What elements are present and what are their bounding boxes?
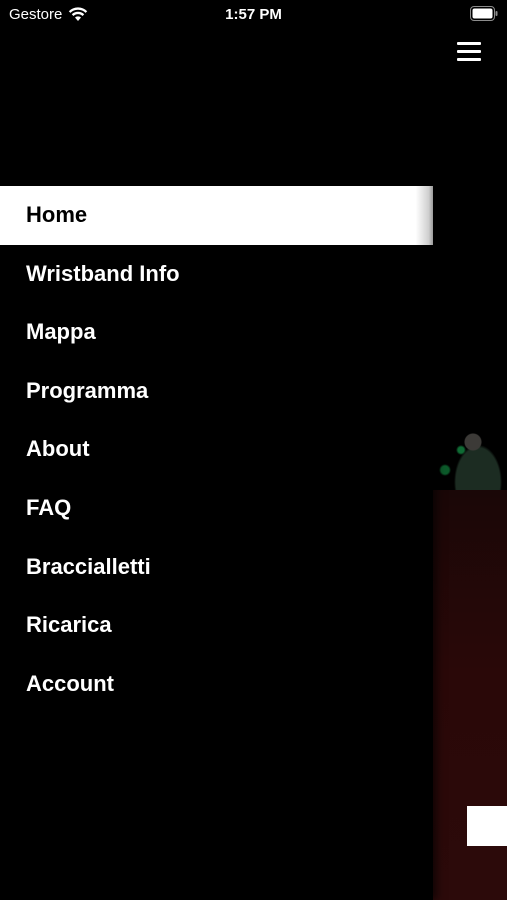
background-content [433,0,507,900]
menu-item-ricarica[interactable]: Ricarica [0,596,433,655]
menu-item-wristband-info[interactable]: Wristband Info [0,245,433,304]
status-bar: Gestore 1:57 PM [0,0,507,30]
hamburger-menu-icon[interactable] [457,42,481,64]
hamburger-line [457,50,481,53]
menu-item-home[interactable]: Home [0,186,433,245]
menu-item-about[interactable]: About [0,420,433,479]
drawer-menu: Home Wristband Info Mappa Programma Abou… [0,186,433,713]
background-photo [433,412,507,494]
menu-item-programma[interactable]: Programma [0,362,433,421]
menu-item-mappa[interactable]: Mappa [0,303,433,362]
battery-icon [470,6,498,21]
menu-item-faq[interactable]: FAQ [0,479,433,538]
hamburger-line [457,42,481,45]
hamburger-line [457,58,481,61]
menu-item-braccialletti[interactable]: Braccialletti [0,538,433,597]
menu-item-account[interactable]: Account [0,655,433,714]
status-time: 1:57 PM [225,6,282,23]
background-button[interactable] [467,806,507,846]
app-screen: Home Wristband Info Mappa Programma Abou… [0,0,507,900]
side-drawer: Home Wristband Info Mappa Programma Abou… [0,0,433,900]
